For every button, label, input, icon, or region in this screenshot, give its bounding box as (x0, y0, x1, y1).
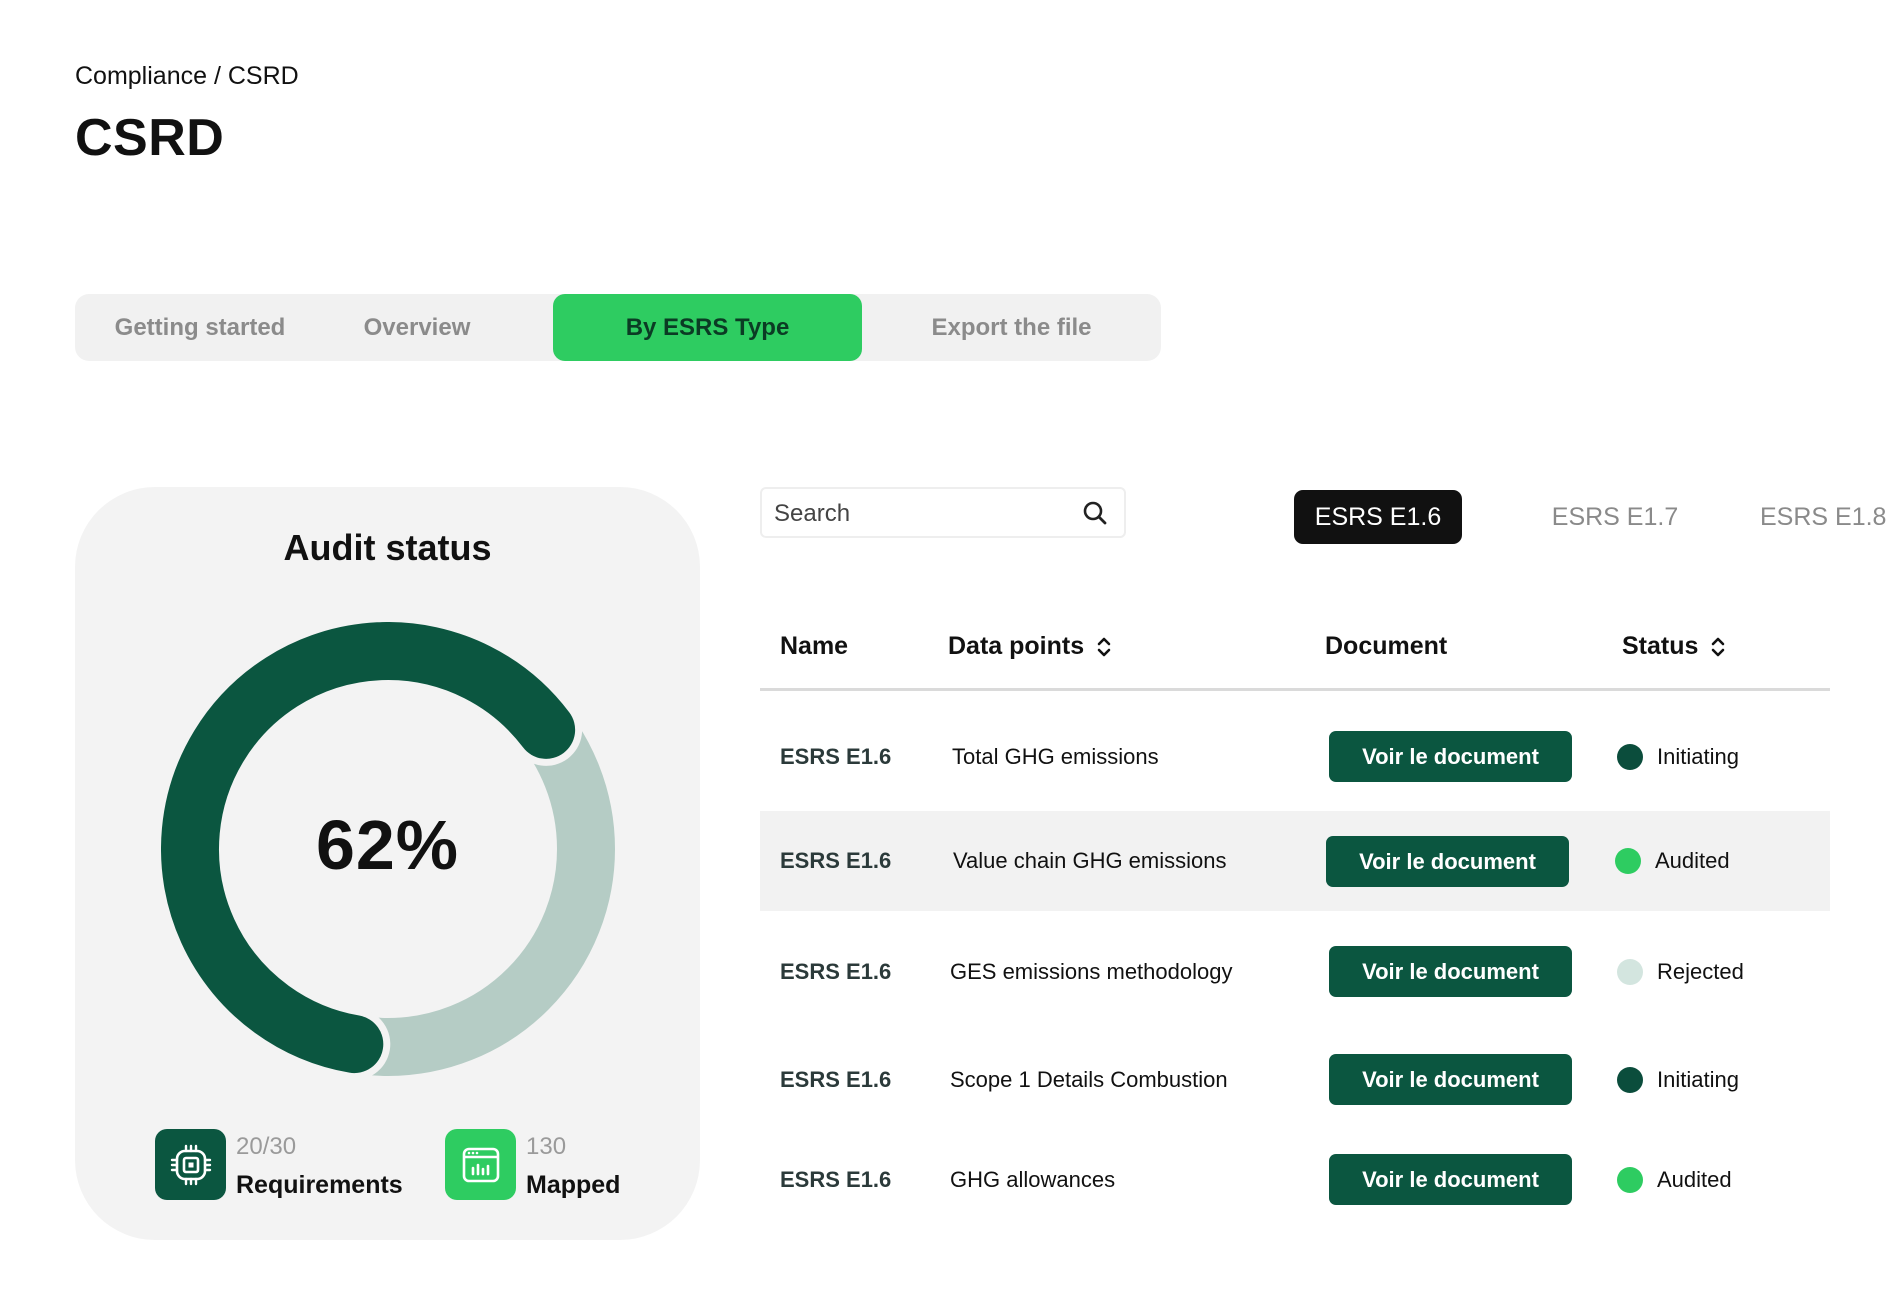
page-title: CSRD (75, 109, 225, 167)
row-data-point: Total GHG emissions (952, 744, 1159, 769)
view-document-button[interactable]: Voir le document (1329, 1154, 1572, 1205)
search-input[interactable] (772, 495, 1076, 533)
row-name: ESRS E1.6 (780, 848, 892, 873)
row-status: Initiating (1617, 1030, 1739, 1130)
row-data-point: GHG allowances (950, 1167, 1116, 1192)
mapped-count: 130 (526, 1133, 567, 1160)
status-dot (1615, 848, 1641, 874)
view-document-button[interactable]: Voir le document (1326, 836, 1569, 887)
view-document-button[interactable]: Voir le document (1329, 1054, 1572, 1105)
table-header-divider (760, 688, 1830, 691)
status-dot (1617, 959, 1643, 985)
row-name: ESRS E1.6 (780, 1167, 892, 1192)
sort-icon[interactable] (1096, 635, 1112, 659)
status-label: Audited (1655, 848, 1730, 873)
row-status: Rejected (1617, 922, 1744, 1022)
table-row: ESRS E1.6 Value chain GHG emissions Voir… (760, 811, 1830, 911)
table-row: ESRS E1.6 GES emissions methodology Voir… (760, 922, 1830, 1022)
status-dot (1617, 1067, 1643, 1093)
row-status: Audited (1615, 811, 1730, 911)
row-data-point: Value chain GHG emissions (953, 848, 1227, 873)
row-data-point: GES emissions methodology (950, 959, 1233, 984)
requirements-count: 20/30 (236, 1133, 297, 1160)
status-label: Initiating (1657, 744, 1739, 769)
tab-bar: Getting started Overview By ESRS Type Ex… (75, 294, 1161, 361)
column-header-document-label: Document (1325, 632, 1448, 660)
sort-icon[interactable] (1710, 635, 1726, 659)
status-dot (1617, 1167, 1643, 1193)
column-header-status-label: Status (1622, 632, 1699, 660)
status-label: Initiating (1657, 1067, 1739, 1092)
row-status: Audited (1617, 1130, 1732, 1230)
column-header-name-label: Name (780, 632, 849, 660)
table-row: ESRS E1.6 GHG allowances Voir le documen… (760, 1130, 1830, 1230)
row-data-point: Scope 1 Details Combustion (950, 1067, 1228, 1092)
row-name: ESRS E1.6 (780, 1067, 892, 1092)
tab-by-esrs-type[interactable]: By ESRS Type (553, 294, 862, 361)
mapped-label: Mapped (526, 1171, 621, 1199)
filter-esrs-e1-8[interactable]: ESRS E1.8 (1740, 490, 1890, 544)
status-dot (1617, 744, 1643, 770)
column-header-status[interactable]: Status (1622, 632, 1726, 661)
audit-percent-label: 62% (315, 806, 460, 884)
column-header-document: Document (1325, 632, 1447, 661)
tab-export-the-file[interactable]: Export the file (862, 294, 1161, 361)
status-label: Rejected (1657, 959, 1744, 984)
table-row: ESRS E1.6 Total GHG emissions Voir le do… (760, 707, 1830, 807)
filter-esrs-e1-7[interactable]: ESRS E1.7 (1540, 490, 1690, 544)
column-header-name: Name (780, 632, 848, 661)
chart-window-icon (445, 1129, 516, 1200)
row-name: ESRS E1.6 (780, 744, 892, 769)
filter-esrs-e1-6[interactable]: ESRS E1.6 (1294, 490, 1462, 544)
table-row: ESRS E1.6 Scope 1 Details Combustion Voi… (760, 1030, 1830, 1130)
chip-icon (155, 1129, 226, 1200)
tab-getting-started[interactable]: Getting started (75, 294, 325, 361)
row-status: Initiating (1617, 707, 1739, 807)
tab-overview[interactable]: Overview (325, 294, 509, 361)
row-name: ESRS E1.6 (780, 959, 892, 984)
column-header-data-points-label: Data points (948, 632, 1085, 660)
breadcrumb: Compliance / CSRD (75, 62, 299, 90)
search-icon[interactable] (1082, 500, 1108, 526)
column-header-data-points[interactable]: Data points (948, 632, 1112, 661)
search-box (760, 487, 1126, 538)
audit-status-title: Audit status (283, 527, 492, 568)
view-document-button[interactable]: Voir le document (1329, 731, 1572, 782)
view-document-button[interactable]: Voir le document (1329, 946, 1572, 997)
audit-status-card: Audit status 62% 20/30 Requirements 130 … (75, 487, 700, 1240)
status-label: Audited (1657, 1167, 1732, 1192)
requirements-label: Requirements (236, 1171, 403, 1199)
